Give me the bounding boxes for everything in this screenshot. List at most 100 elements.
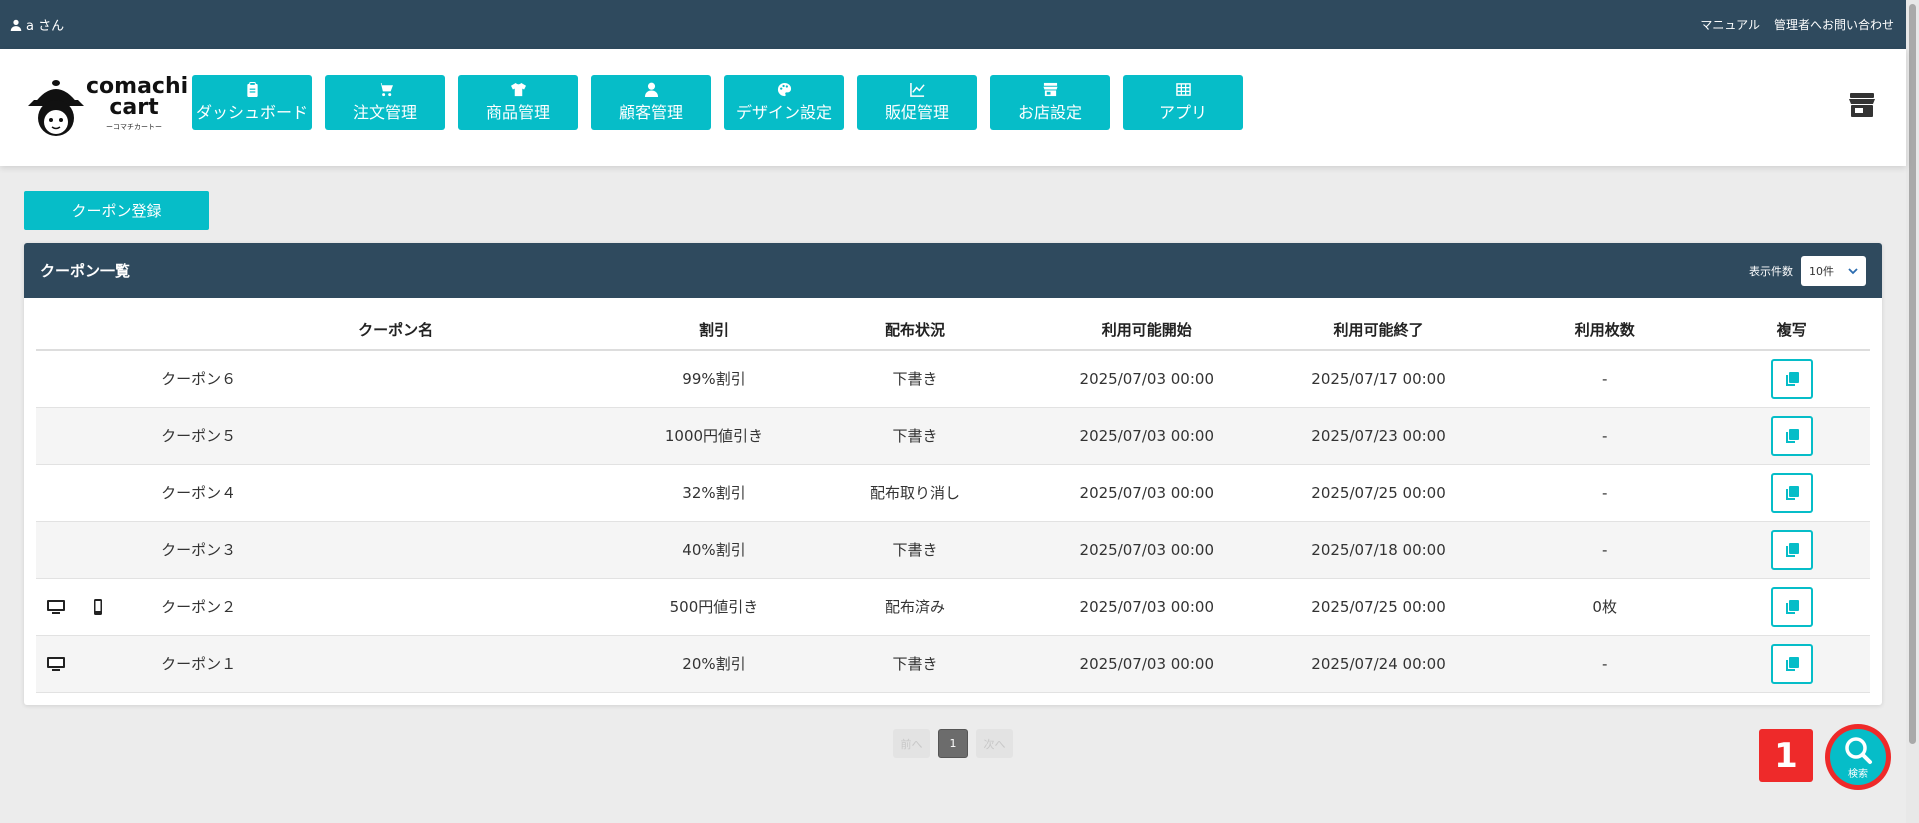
copy-cell	[1713, 578, 1870, 636]
manual-link[interactable]: マニュアル	[1700, 16, 1760, 33]
logo-subtitle: ーコマチカートー	[106, 123, 162, 131]
pager-next[interactable]: 次へ	[976, 729, 1013, 758]
logo-line2: cart	[109, 95, 159, 120]
coupon-discount: 99%割引	[630, 350, 798, 408]
store-icon	[1042, 82, 1058, 97]
copy-icon	[1784, 599, 1800, 615]
coupon-start: 2025/07/03 00:00	[1032, 350, 1262, 408]
coupon-status: 配布取り消し	[797, 464, 1033, 522]
grid-icon	[1175, 83, 1191, 96]
coupon-end: 2025/07/25 00:00	[1261, 464, 1496, 522]
device-cell	[36, 350, 162, 408]
nav-customers[interactable]: 顧客管理	[591, 75, 711, 130]
main-header: comachi cart ーコマチカートー ダッシュボード 注文管理 商品管理 顧…	[0, 49, 1906, 166]
nav-apps-label: アプリ	[1158, 103, 1207, 122]
copy-button[interactable]	[1770, 643, 1813, 684]
user-menu[interactable]: a さん	[10, 15, 64, 34]
coupon-used: -	[1495, 521, 1714, 579]
chart-icon	[909, 82, 925, 97]
main-nav: ダッシュボード 注文管理 商品管理 顧客管理 デザイン設定 販促管理 お店設定	[192, 75, 1243, 130]
device-cell	[36, 407, 162, 465]
pagination: 前へ 1 次へ	[893, 729, 1013, 758]
copy-cell	[1713, 635, 1870, 693]
coupon-used: -	[1495, 464, 1714, 522]
copy-button[interactable]	[1770, 586, 1813, 627]
coupon-name[interactable]: クーポン３	[161, 521, 631, 579]
coupon-start: 2025/07/03 00:00	[1032, 635, 1262, 693]
panel-header: クーポン一覧 表示件数 10件	[24, 243, 1882, 298]
header-device	[36, 310, 162, 351]
coupon-start: 2025/07/03 00:00	[1032, 464, 1262, 522]
coupon-name[interactable]: クーポン６	[161, 350, 631, 408]
coupon-used: 0枚	[1495, 578, 1714, 636]
nav-design[interactable]: デザイン設定	[724, 75, 844, 130]
coupon-name[interactable]: クーポン５	[161, 407, 631, 465]
table-row: クーポン４ 32%割引 配布取り消し 2025/07/03 00:00 2025/07/…	[36, 464, 1870, 522]
copy-icon	[1784, 371, 1800, 387]
coupon-name[interactable]: クーポン１	[161, 635, 631, 693]
smartphone-icon	[88, 599, 108, 615]
table-row: クーポン６ 99%割引 下書き 2025/07/03 00:00 2025/07/17 …	[36, 350, 1870, 408]
coupon-name[interactable]: クーポン２	[161, 578, 631, 636]
copy-icon	[1784, 542, 1800, 558]
pager-prev[interactable]: 前へ	[893, 729, 930, 758]
coupon-start: 2025/07/03 00:00	[1032, 407, 1262, 465]
header-start[interactable]: 利用可能開始	[1032, 310, 1262, 351]
nav-orders[interactable]: 注文管理	[325, 75, 445, 130]
coupon-register-button[interactable]: クーポン登録	[24, 191, 209, 230]
copy-icon	[1784, 428, 1800, 444]
coupon-status: 配布済み	[797, 578, 1033, 636]
comachi-cart-logo[interactable]: comachi cart ーコマチカートー	[26, 74, 188, 144]
clipboard-icon	[246, 82, 258, 97]
coupon-table: クーポン名 割引 配布状況 利用可能開始 利用可能終了 利用枚数 複写 クーポン…	[36, 310, 1870, 693]
nav-dashboard-label: ダッシュボード	[195, 103, 308, 122]
header-status[interactable]: 配布状況	[797, 310, 1033, 351]
header-coupon-name[interactable]: クーポン名	[161, 310, 631, 351]
nav-shop-settings-label: お店設定	[1017, 103, 1082, 122]
nav-apps[interactable]: アプリ	[1123, 75, 1243, 130]
nav-dashboard[interactable]: ダッシュボード	[192, 75, 312, 130]
table-row: クーポン１ 20%割引 下書き 2025/07/03 00:00 2025/07/24 …	[36, 635, 1870, 693]
header-discount[interactable]: 割引	[630, 310, 798, 351]
coupon-discount: 40%割引	[630, 521, 798, 579]
nav-orders-label: 注文管理	[352, 103, 417, 122]
scrollbar-thumb[interactable]	[1909, 4, 1916, 744]
nav-products[interactable]: 商品管理	[458, 75, 578, 130]
coupon-discount: 32%割引	[630, 464, 798, 522]
coupon-start: 2025/07/03 00:00	[1032, 521, 1262, 579]
coupon-list-panel: クーポン一覧 表示件数 10件 クーポン名 割引 配布状況 利用可能開始 利用可…	[24, 243, 1882, 705]
page-scrollbar[interactable]	[1906, 0, 1919, 823]
perpage-select[interactable]: 10件	[1801, 255, 1866, 286]
nav-promotion[interactable]: 販促管理	[857, 75, 977, 130]
coupon-end: 2025/07/18 00:00	[1261, 521, 1496, 579]
header-end[interactable]: 利用可能終了	[1261, 310, 1496, 351]
copy-button[interactable]	[1770, 472, 1813, 513]
coupon-used: -	[1495, 407, 1714, 465]
coupon-name[interactable]: クーポン４	[161, 464, 631, 522]
header-used[interactable]: 利用枚数	[1495, 310, 1714, 351]
coupon-start: 2025/07/03 00:00	[1032, 578, 1262, 636]
contact-admin-link[interactable]: 管理者へお問い合わせ	[1774, 16, 1894, 33]
copy-cell	[1713, 521, 1870, 579]
table-row: クーポン２ 500円値引き 配布済み 2025/07/03 00:00 2025/07/…	[36, 578, 1870, 636]
nav-promotion-label: 販促管理	[884, 103, 949, 122]
nav-products-label: 商品管理	[485, 103, 550, 122]
table-header-row: クーポン名 割引 配布状況 利用可能開始 利用可能終了 利用枚数 複写	[36, 310, 1870, 351]
nav-shop-settings[interactable]: お店設定	[990, 75, 1110, 130]
coupon-end: 2025/07/24 00:00	[1261, 635, 1496, 693]
storefront-icon[interactable]	[1848, 92, 1876, 118]
search-fab-label: 検索	[1848, 768, 1868, 780]
copy-button[interactable]	[1770, 358, 1813, 399]
device-cell	[36, 635, 162, 693]
search-icon	[1845, 736, 1872, 764]
table-row: クーポン５ 1000円値引き 下書き 2025/07/03 00:00 2025/07/…	[36, 407, 1870, 465]
perpage-value: 10件	[1809, 264, 1834, 278]
copy-button[interactable]	[1770, 415, 1813, 456]
search-fab-button[interactable]: 検索	[1825, 724, 1891, 790]
coupon-discount: 500円値引き	[630, 578, 798, 636]
perpage-label: 表示件数	[1749, 264, 1793, 278]
user-name: a さん	[26, 19, 65, 34]
pager-page-current[interactable]: 1	[938, 729, 968, 758]
mascot-logo-icon	[28, 80, 84, 136]
copy-button[interactable]	[1770, 529, 1813, 570]
